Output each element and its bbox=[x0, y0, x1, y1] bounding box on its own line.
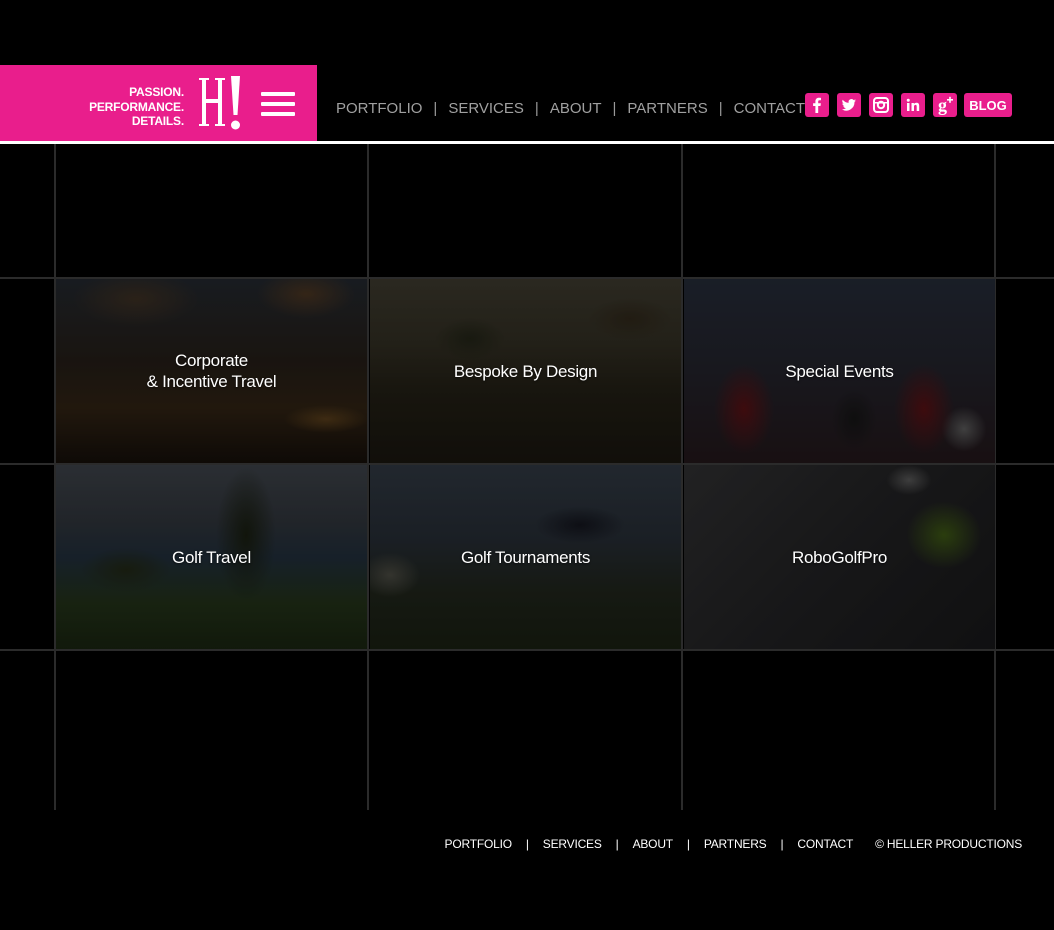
tagline-line: PASSION. bbox=[129, 85, 184, 99]
tile-label: Bespoke By Design bbox=[453, 361, 598, 382]
tile-label-line: Golf Travel bbox=[172, 547, 251, 567]
grid-line bbox=[367, 144, 369, 810]
svg-text:g: g bbox=[938, 95, 947, 115]
grid-line bbox=[0, 649, 1054, 651]
social-links: g bbox=[805, 93, 965, 117]
twitter-icon[interactable] bbox=[837, 93, 861, 117]
heller-logo[interactable] bbox=[198, 75, 244, 133]
footer-partners[interactable]: PARTNERS bbox=[704, 837, 767, 851]
nav-separator: | bbox=[718, 99, 723, 117]
tile-label-line: Special Events bbox=[785, 361, 894, 381]
tile-label-line: RoboGolfPro bbox=[792, 547, 887, 567]
facebook-icon[interactable] bbox=[805, 93, 829, 117]
tile-label: Golf Tournaments bbox=[461, 547, 590, 568]
tagline-line: DETAILS. bbox=[131, 114, 184, 128]
tile-label: Corporate & Incentive Travel bbox=[147, 350, 277, 392]
footer-portfolio[interactable]: PORTFOLIO bbox=[445, 837, 513, 851]
tile-label: RoboGolfPro bbox=[792, 547, 887, 568]
brand-block: PASSION. PERFORMANCE. DETAILS. bbox=[0, 65, 317, 141]
instagram-icon[interactable] bbox=[869, 93, 893, 117]
tile-label-line: Bespoke By Design bbox=[453, 361, 598, 381]
nav-about[interactable]: ABOUT bbox=[550, 100, 602, 117]
google-plus-icon[interactable]: g bbox=[933, 93, 957, 117]
tile-robogolfpro[interactable]: RoboGolfPro bbox=[684, 465, 995, 649]
tile-label-line: Golf Tournaments bbox=[460, 547, 591, 567]
header-divider bbox=[0, 141, 1054, 144]
tile-label: Golf Travel bbox=[172, 547, 251, 568]
footer-separator: | bbox=[686, 837, 690, 851]
footer-about[interactable]: ABOUT bbox=[633, 837, 674, 851]
blog-button[interactable]: BLOG bbox=[964, 93, 1012, 117]
grid-line bbox=[681, 144, 683, 810]
copyright: © HELLER PRODUCTIONS bbox=[875, 837, 1022, 851]
nav-partners[interactable]: PARTNERS bbox=[627, 100, 707, 117]
linkedin-icon[interactable] bbox=[901, 93, 925, 117]
nav-services[interactable]: SERVICES bbox=[448, 100, 524, 117]
tagline-line: PERFORMANCE. bbox=[89, 99, 184, 114]
tile-special-events[interactable]: Special Events bbox=[684, 279, 995, 463]
footer-separator: | bbox=[615, 837, 619, 851]
nav-contact[interactable]: CONTACT bbox=[734, 100, 805, 117]
nav-portfolio[interactable]: PORTFOLIO bbox=[336, 100, 422, 117]
tile-corporate-incentive-travel[interactable]: Corporate & Incentive Travel bbox=[56, 279, 367, 463]
nav-separator: | bbox=[433, 99, 438, 117]
footer-separator: | bbox=[525, 837, 529, 851]
menu-icon[interactable] bbox=[261, 92, 295, 116]
tile-golf-travel[interactable]: Golf Travel bbox=[56, 465, 367, 649]
footer-services[interactable]: SERVICES bbox=[543, 837, 602, 851]
tagline: PASSION. PERFORMANCE. DETAILS. bbox=[89, 85, 184, 129]
footer-nav: PORTFOLIO | SERVICES | ABOUT | PARTNERS … bbox=[445, 837, 1023, 851]
footer-contact[interactable]: CONTACT bbox=[797, 837, 853, 851]
tile-label: Special Events bbox=[785, 361, 894, 382]
tile-golf-tournaments[interactable]: Golf Tournaments bbox=[370, 465, 681, 649]
tile-label-line: & Incentive Travel bbox=[146, 372, 277, 391]
footer-separator: | bbox=[780, 837, 784, 851]
nav-separator: | bbox=[612, 99, 617, 117]
main-nav: PORTFOLIO | SERVICES | ABOUT | PARTNERS … bbox=[336, 98, 805, 118]
tile-label-line: Corporate bbox=[175, 351, 248, 370]
tile-bespoke-by-design[interactable]: Bespoke By Design bbox=[370, 279, 681, 463]
nav-separator: | bbox=[534, 99, 539, 117]
